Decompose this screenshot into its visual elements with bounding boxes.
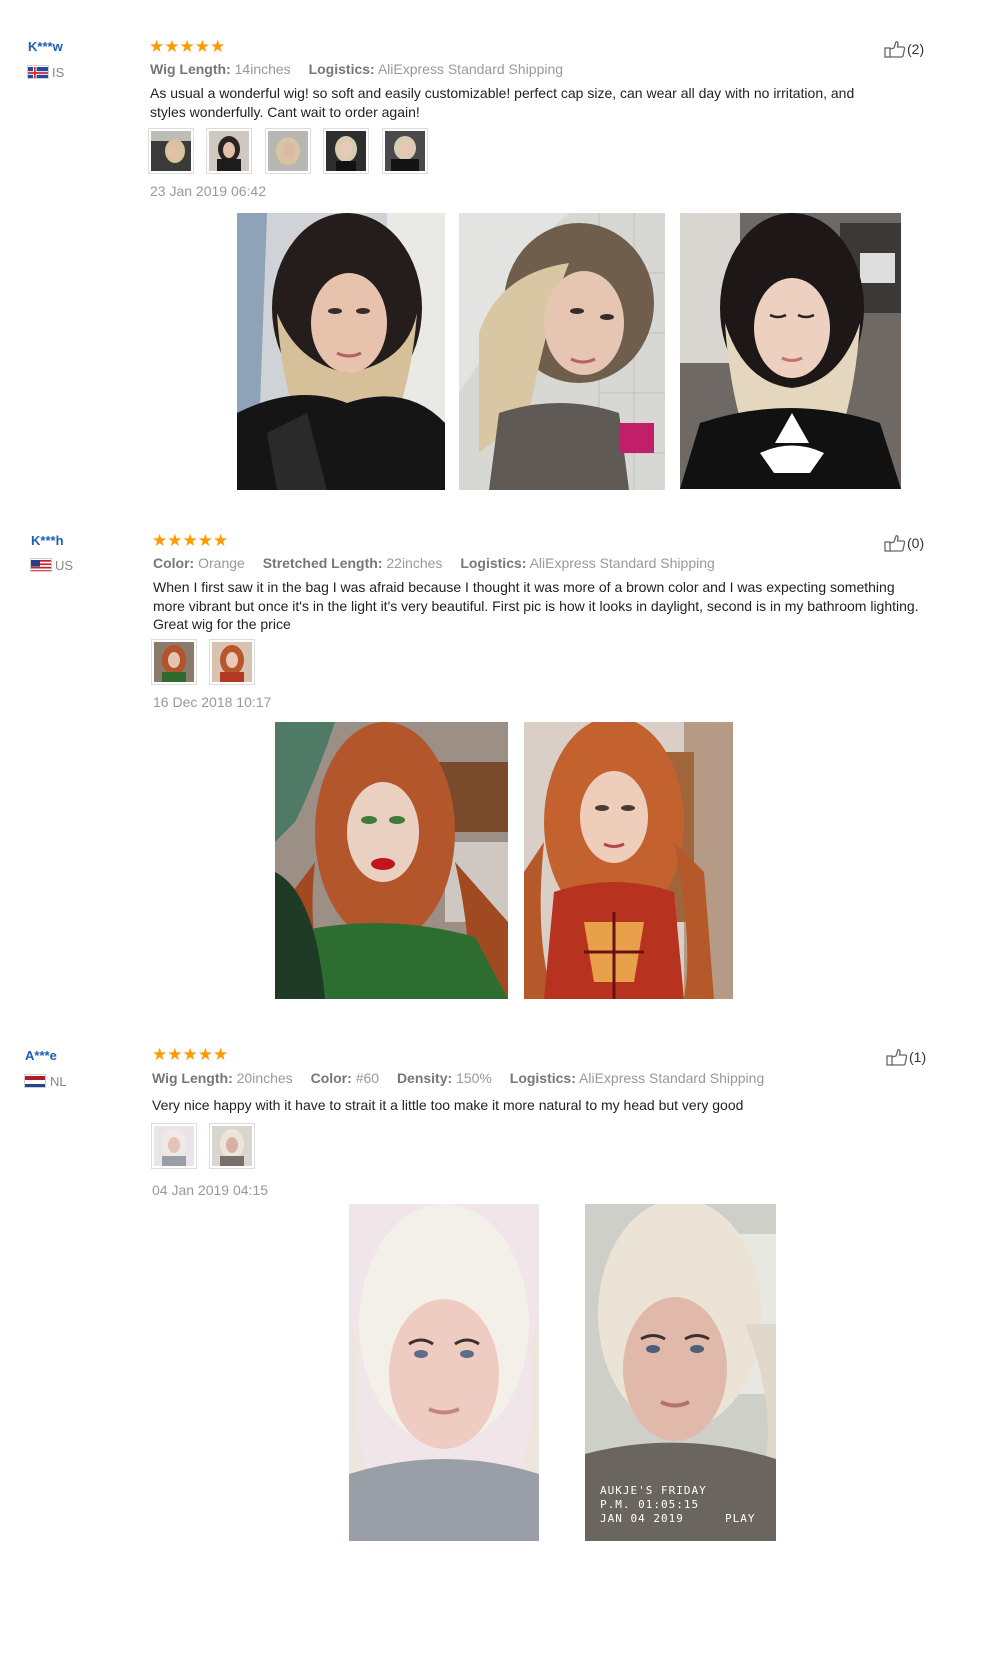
thumbnail-image[interactable] [148,128,194,174]
star-icon: ★ [213,531,229,550]
overlay-line: AUKJE'S FRIDAY [600,1484,707,1497]
flag-is-icon [28,66,48,78]
reviewer-name[interactable]: K***w [28,39,63,54]
reviewer-name[interactable]: K***h [31,533,64,548]
attr-label: Wig Length: [150,61,231,77]
reviewer-country: IS [52,65,65,80]
thumbs-up-icon [884,535,906,552]
review-thumbnails [151,1123,263,1169]
star-icon: ★ [197,531,213,550]
star-icon: ★ [164,37,180,56]
flag-us-icon [31,559,51,571]
overlay-line: JAN 04 2019 [600,1512,684,1525]
attr-label: Stretched Length: [262,555,383,571]
reviewer-name[interactable]: A***e [25,1048,57,1063]
attr-label: Color: [153,555,195,571]
review-photo[interactable] [349,1204,539,1541]
review-photo[interactable] [680,213,901,489]
review-text: Very nice happy with it have to strait i… [152,1097,744,1113]
attr-label: Density: [396,1070,453,1086]
attr-value: #60 [355,1070,380,1086]
review-photo[interactable] [237,213,445,490]
star-icon: ★ [197,1045,213,1064]
rating-stars: ★★★★★ [152,531,229,550]
attr-label: Wig Length: [152,1070,233,1086]
star-icon: ★ [179,37,195,56]
attr-value: AliExpress Standard Shipping [529,555,715,571]
star-icon: ★ [149,37,165,56]
thumbnail-image[interactable] [206,128,253,174]
attr-label: Logistics: [308,61,375,77]
star-icon: ★ [182,1045,198,1064]
helpful-count: (1) [909,1049,927,1065]
star-icon: ★ [152,531,168,550]
review-date: 04 Jan 2019 04:15 [152,1182,268,1198]
attr-value: 14inches [234,61,291,77]
rating-stars: ★★★★★ [149,37,226,56]
review-photo[interactable] [275,722,508,999]
review-text: When I first saw it in the bag I was afr… [153,579,919,632]
review-thumbnails [151,639,263,685]
thumbnail-image[interactable] [264,128,311,174]
review-attributes: Wig Length: 14inches Logistics: AliExpre… [150,61,577,77]
attr-value: 20inches [236,1070,293,1086]
attr-label: Logistics: [509,1070,576,1086]
attr-value: AliExpress Standard Shipping [579,1070,765,1086]
flag-nl-icon [25,1075,45,1087]
review-attributes: Wig Length: 20inches Color: #60 Density:… [152,1070,778,1086]
star-icon: ★ [194,37,210,56]
play-label[interactable]: PLAY [725,1512,756,1526]
review-attributes: Color: Orange Stretched Length: 22inches… [153,555,729,571]
star-icon: ★ [210,37,226,56]
thumbnail-image[interactable] [381,128,428,174]
attr-value: AliExpress Standard Shipping [377,61,564,77]
thumbs-up-icon [884,41,906,58]
review-photo[interactable] [524,722,733,999]
helpful-button[interactable]: (0) [884,534,924,552]
reviewer-country: US [55,558,74,573]
star-icon: ★ [182,531,198,550]
thumbnail-image[interactable] [151,639,197,685]
star-icon: ★ [152,1045,168,1064]
star-icon: ★ [167,531,183,550]
review-date: 23 Jan 2019 06:42 [150,183,266,199]
attr-label: Logistics: [460,555,527,571]
review-date: 16 Dec 2018 10:17 [153,694,272,710]
attr-value: Orange [198,555,245,571]
star-icon: ★ [167,1045,183,1064]
rating-stars: ★★★★★ [152,1045,229,1064]
review-photo[interactable]: AUKJE'S FRIDAY P.M. 01:05:15 JAN 04 2019… [585,1204,776,1541]
helpful-button[interactable]: (1) [886,1048,926,1066]
attr-label: Color: [310,1070,352,1086]
review-text: As usual a wonderful wig! so soft and ea… [150,85,855,120]
helpful-count: (2) [907,41,925,57]
thumbnail-image[interactable] [151,1123,197,1169]
reviewer-country: NL [50,1074,67,1089]
review-photo[interactable] [459,213,665,490]
thumbnail-image[interactable] [209,1123,256,1169]
attr-value: 22inches [386,555,443,571]
overlay-line: P.M. 01:05:15 [600,1498,700,1511]
thumbnail-image[interactable] [323,128,370,174]
thumbnail-image[interactable] [209,639,256,685]
review-thumbnails [148,128,436,174]
attr-value: 150% [456,1070,492,1086]
star-icon: ★ [213,1045,229,1064]
video-timestamp-overlay: AUKJE'S FRIDAY P.M. 01:05:15 JAN 04 2019 [600,1484,707,1526]
helpful-button[interactable]: (2) [884,40,924,58]
helpful-count: (0) [907,535,925,551]
thumbs-up-icon [886,1049,908,1066]
